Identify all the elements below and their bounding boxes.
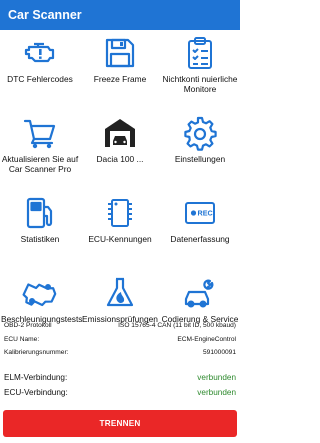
app-title: Car Scanner — [8, 8, 82, 22]
chip-icon — [102, 195, 138, 231]
tile-label: Nichtkonti nuierliche Monitore — [162, 74, 238, 94]
tile-non-continuous-monitors[interactable]: Nichtkonti nuierliche Monitore — [160, 30, 240, 110]
tile-label: Aktualisieren Sie auf Car Scanner Pro — [1, 154, 79, 174]
tile-settings[interactable]: Einstellungen — [160, 110, 240, 190]
disconnect-button[interactable]: TRENNEN — [3, 410, 237, 437]
tile-data-logging[interactable]: REC Datenerfassung — [160, 190, 240, 270]
connection-value: verbunden — [197, 388, 236, 397]
clipboard-checklist-icon — [182, 35, 218, 71]
race-car-icon — [22, 275, 58, 311]
tile-label: Freeze Frame — [93, 74, 147, 84]
info-value: 591000091 — [202, 349, 236, 356]
tile-emission-tests[interactable]: Emissionsprüfungen — [80, 270, 160, 350]
disconnect-button-label: TRENNEN — [99, 419, 141, 428]
connection-key: ELM-Verbindung: — [4, 373, 68, 382]
tile-label: DTC Fehlercodes — [7, 74, 73, 84]
info-value: ISO 15765-4 CAN (11 bit ID, 500 kbaud) — [118, 322, 236, 329]
tile-label: Einstellungen — [174, 154, 226, 164]
floppy-disk-icon — [102, 35, 138, 71]
gear-icon — [182, 115, 218, 151]
tile-vehicle-profile[interactable]: Dacia 100 ... — [80, 110, 160, 190]
flask-leaf-icon — [102, 275, 138, 311]
info-key: ECU Name: — [4, 336, 40, 343]
tile-statistics[interactable]: Statistiken — [0, 190, 80, 270]
shopping-cart-icon — [22, 115, 58, 151]
fuel-pump-icon — [22, 195, 58, 231]
info-value: ECM-EngineControl — [177, 336, 236, 343]
connection-value: verbunden — [197, 373, 236, 382]
record-icon: REC — [182, 195, 218, 231]
garage-car-icon — [102, 115, 138, 151]
tile-label: ECU-Kennungen — [88, 234, 152, 244]
tile-label: Dacia 100 ... — [96, 154, 144, 164]
svg-text:REC: REC — [198, 209, 213, 218]
tile-freeze-frame[interactable]: Freeze Frame — [80, 30, 160, 110]
tile-ecu-ids[interactable]: ECU-Kennungen — [80, 190, 160, 270]
tile-upgrade-pro[interactable]: Aktualisieren Sie auf Car Scanner Pro — [0, 110, 80, 190]
car-wrench-icon — [182, 275, 218, 311]
app-bar: Car Scanner — [0, 0, 240, 30]
tile-label: Datenerfassung — [170, 234, 230, 244]
engine-warning-icon — [22, 35, 58, 71]
tile-label: Statistiken — [20, 234, 60, 244]
info-key: OBD-2 Protokoll — [4, 322, 52, 329]
tile-dtc-codes[interactable]: DTC Fehlercodes — [0, 30, 80, 110]
connection-key: ECU-Verbindung: — [4, 388, 68, 397]
info-key: Kalibrierungsnummer: — [4, 349, 69, 356]
